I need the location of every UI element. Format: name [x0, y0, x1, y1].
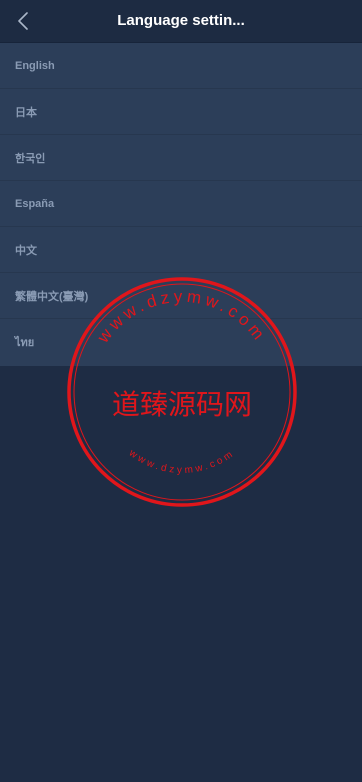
- language-item-japanese[interactable]: 日本: [0, 89, 362, 135]
- language-label: 한국인: [15, 152, 46, 165]
- language-label: English: [15, 59, 55, 72]
- language-item-chinese-traditional[interactable]: 繁體中文(臺灣): [0, 273, 362, 319]
- back-button[interactable]: [8, 6, 38, 36]
- chevron-left-icon: [18, 12, 28, 30]
- language-label: 中文: [15, 244, 37, 257]
- language-label: 繁體中文(臺灣): [15, 290, 89, 303]
- top-nav-bar: Language settin...: [0, 0, 362, 43]
- language-label: ไทย: [15, 337, 35, 349]
- language-item-chinese-simplified[interactable]: 中文: [0, 227, 362, 273]
- language-item-english[interactable]: English: [0, 43, 362, 89]
- page-title: Language settin...: [117, 12, 245, 29]
- language-list: English 日本 한국인 España 中文 繁體中文(臺灣) ไทย: [0, 43, 362, 366]
- language-item-spanish[interactable]: España: [0, 181, 362, 227]
- language-item-korean[interactable]: 한국인: [0, 135, 362, 181]
- watermark-center-text: 道臻源码网: [112, 388, 252, 421]
- language-item-thai[interactable]: ไทย: [0, 319, 362, 365]
- watermark-bottom-arc-text: www.dzymw.com: [126, 447, 237, 476]
- language-label: 日本: [15, 106, 37, 119]
- language-label: España: [15, 197, 55, 210]
